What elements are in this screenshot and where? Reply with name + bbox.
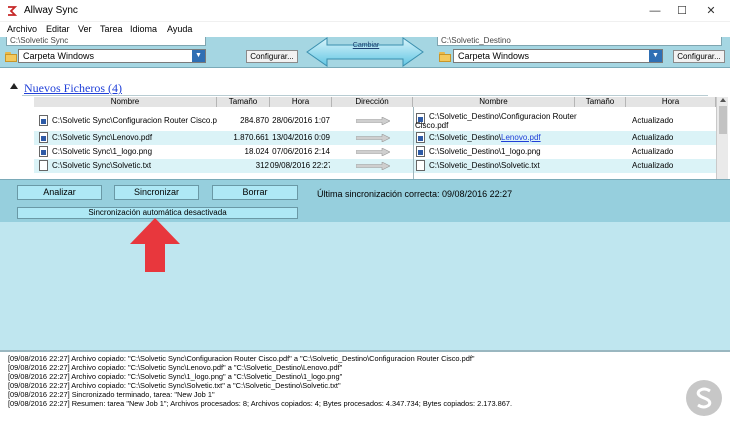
- menu-editar[interactable]: Editar: [46, 24, 70, 34]
- header-right-name[interactable]: Nombre: [413, 97, 575, 107]
- folder-icon: [439, 52, 451, 62]
- file-size: 284.870: [240, 116, 269, 125]
- scroll-up-icon[interactable]: [720, 98, 726, 102]
- right-path-field[interactable]: C:\Solvetic_Destino: [437, 37, 722, 46]
- header-size[interactable]: Tamaño: [217, 97, 270, 107]
- dest-path: C:\Solvetic_Destino\: [429, 161, 502, 170]
- file-size: 312: [255, 161, 269, 170]
- dest-file-line1: C:\Solvetic_Destino\Configuracion Router: [429, 112, 577, 121]
- table-row[interactable]: C:\Solvetic Sync\Lenovo.pdf 1.870.661 13…: [34, 131, 716, 145]
- header-direction[interactable]: Dirección: [332, 97, 413, 107]
- image-file-icon: [416, 146, 425, 157]
- file-size: 18.024: [244, 147, 269, 156]
- file-size: 1.870.661: [233, 133, 269, 142]
- source-file: C:\Solvetic Sync\Lenovo.pdf: [52, 133, 153, 142]
- table-row[interactable]: C:\Solvetic Sync\Configuracion Router Ci…: [34, 111, 716, 131]
- menu-archivo[interactable]: Archivo: [7, 24, 37, 34]
- dest-path: C:\Solvetic_Destino\: [429, 133, 502, 142]
- direction-arrow-icon: [356, 148, 390, 156]
- scroll-thumb[interactable]: [719, 106, 727, 134]
- vertical-scrollbar[interactable]: [716, 97, 728, 179]
- right-type-value: Carpeta Windows: [458, 51, 530, 61]
- file-list-area: Nuevos Ficheros (4) Nombre Tamaño Hora D…: [0, 67, 730, 180]
- analyze-button[interactable]: Analizar: [17, 185, 102, 200]
- watermark-logo-icon: [686, 380, 722, 416]
- folder-icon: [5, 52, 17, 62]
- app-logo-icon: [8, 6, 18, 16]
- left-configure-button[interactable]: Configurar...: [246, 50, 298, 63]
- image-file-icon: [39, 146, 48, 157]
- right-type-select[interactable]: Carpeta Windows ▼: [453, 49, 663, 63]
- log-line: [09/08/2016 22:27] Resumen: tarea "New J…: [8, 399, 513, 408]
- source-file: C:\Solvetic Sync\1_logo.png: [52, 147, 153, 156]
- last-sync-status: Última sincronización correcta: 09/08/20…: [317, 189, 513, 199]
- dest-file-link[interactable]: Lenovo.pdf: [501, 133, 541, 142]
- log-line: [09/08/2016 22:27] Sincronizado terminad…: [8, 390, 215, 399]
- direction-arrow-icon: [356, 117, 390, 125]
- log-panel: [09/08/2016 22:27] Archivo copiado: "C:\…: [0, 350, 730, 430]
- sync-button[interactable]: Sincronizar: [114, 185, 199, 200]
- section-title[interactable]: Nuevos Ficheros (4): [24, 81, 122, 96]
- file-date: 28/06/2016 1:07: [272, 116, 330, 125]
- dest-file-line2: Cisco.pdf: [415, 121, 449, 130]
- pdf-file-icon: [39, 132, 48, 143]
- row-status: Actualizado: [632, 116, 674, 125]
- close-icon[interactable]: ✕: [696, 0, 726, 22]
- menu-bar: Archivo Editar Ver Tarea Idioma Ayuda: [0, 22, 730, 37]
- action-strip: Analizar Sincronizar Borrar Última sincr…: [0, 180, 730, 222]
- header-left-name[interactable]: Nombre: [34, 97, 217, 107]
- left-type-value: Carpeta Windows: [23, 51, 95, 61]
- header-time[interactable]: Hora: [270, 97, 332, 107]
- dest-path: C:\Solvetic_Destino\: [429, 147, 502, 156]
- menu-tarea[interactable]: Tarea: [100, 24, 123, 34]
- section-divider: [22, 95, 708, 96]
- direction-arrow-icon: [356, 162, 390, 170]
- file-date: 13/04/2016 0:09: [272, 133, 330, 142]
- delete-button[interactable]: Borrar: [212, 185, 298, 200]
- dest-file: C:\Solvetic_Destino\Solvetic.txt: [429, 159, 589, 173]
- column-separator: [413, 107, 414, 179]
- pointer-arrow-icon: [130, 218, 180, 272]
- row-status: Actualizado: [632, 147, 674, 156]
- menu-idioma[interactable]: Idioma: [130, 24, 157, 34]
- dest-file-name: Solvetic.txt: [501, 161, 540, 170]
- left-path-field[interactable]: C:\Solvetic Sync: [6, 37, 206, 46]
- log-line: [09/08/2016 22:27] Archivo copiado: "C:\…: [8, 372, 343, 381]
- chevron-down-icon[interactable]: ▼: [649, 50, 662, 62]
- text-file-icon: [39, 160, 48, 171]
- file-date: 07/06/2016 2:14: [272, 147, 330, 156]
- dest-file-name: 1_logo.png: [501, 147, 541, 156]
- table-row[interactable]: C:\Solvetic Sync\1_logo.png 18.024 07/06…: [34, 145, 716, 159]
- header-right-time[interactable]: Hora: [626, 97, 716, 107]
- log-line: [09/08/2016 22:27] Archivo copiado: "C:\…: [8, 381, 341, 390]
- row-status: Actualizado: [632, 133, 674, 142]
- collapse-icon[interactable]: [10, 83, 18, 89]
- folder-selection-panel: C:\Solvetic Sync C:\Solvetic_Destino Car…: [0, 37, 730, 67]
- pdf-file-icon: [39, 115, 48, 126]
- log-line: [09/08/2016 22:27] Archivo copiado: "C:\…: [8, 363, 343, 372]
- action-panel: Analizar Sincronizar Borrar Última sincr…: [0, 180, 730, 350]
- source-file: C:\Solvetic Sync\Configuracion Router Ci…: [52, 116, 217, 125]
- dest-file: C:\Solvetic_Destino\1_logo.png: [429, 145, 589, 159]
- source-file: C:\Solvetic Sync\Solvetic.txt: [52, 161, 152, 170]
- left-type-select[interactable]: Carpeta Windows ▼: [18, 49, 206, 63]
- menu-ver[interactable]: Ver: [78, 24, 92, 34]
- log-line: [09/08/2016 22:27] Archivo copiado: "C:\…: [8, 354, 475, 363]
- pdf-file-icon: [416, 132, 425, 143]
- maximize-icon[interactable]: ☐: [667, 0, 697, 22]
- row-status: Actualizado: [632, 161, 674, 170]
- file-date: 09/08/2016 22:27: [270, 161, 330, 170]
- menu-ayuda[interactable]: Ayuda: [167, 24, 192, 34]
- minimize-icon[interactable]: —: [640, 0, 670, 22]
- header-right-size[interactable]: Tamaño: [575, 97, 626, 107]
- text-file-icon: [416, 160, 425, 171]
- swap-label[interactable]: Cambiar: [343, 42, 389, 49]
- title-bar: Allway Sync — ☐ ✕: [0, 0, 730, 22]
- table-row[interactable]: C:\Solvetic Sync\Solvetic.txt 312 09/08/…: [34, 159, 716, 173]
- chevron-down-icon[interactable]: ▼: [192, 50, 205, 62]
- dest-file: C:\Solvetic_Destino\Lenovo.pdf: [429, 131, 589, 145]
- direction-arrow-icon: [356, 134, 390, 142]
- right-configure-button[interactable]: Configurar...: [673, 50, 725, 63]
- window-title: Allway Sync: [24, 5, 78, 16]
